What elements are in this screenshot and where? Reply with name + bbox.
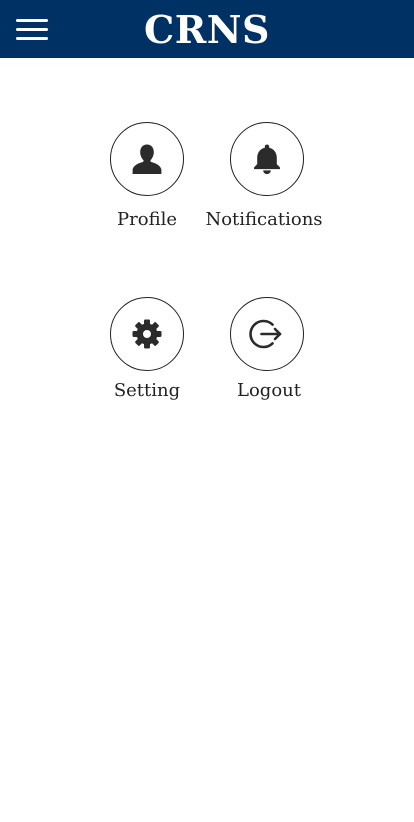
app-header: CRNS: [0, 0, 414, 58]
logout-button[interactable]: [230, 297, 304, 371]
profile-tile[interactable]: Profile: [82, 122, 212, 237]
notifications-label: Notifications: [205, 209, 323, 230]
person-icon: [132, 144, 162, 174]
setting-button[interactable]: [110, 297, 184, 371]
logout-icon: [249, 319, 282, 349]
setting-tile[interactable]: Setting: [82, 297, 212, 407]
notifications-tile[interactable]: Notifications: [199, 122, 329, 237]
profile-label: Profile: [117, 209, 177, 230]
profile-button[interactable]: [110, 122, 184, 196]
app-title: CRNS: [143, 7, 270, 52]
setting-label: Setting: [113, 380, 181, 401]
logout-tile[interactable]: Logout: [204, 297, 334, 407]
logout-label: Logout: [237, 380, 301, 401]
notifications-button[interactable]: [230, 122, 304, 196]
bell-icon: [254, 144, 280, 175]
gear-icon: [132, 319, 162, 349]
